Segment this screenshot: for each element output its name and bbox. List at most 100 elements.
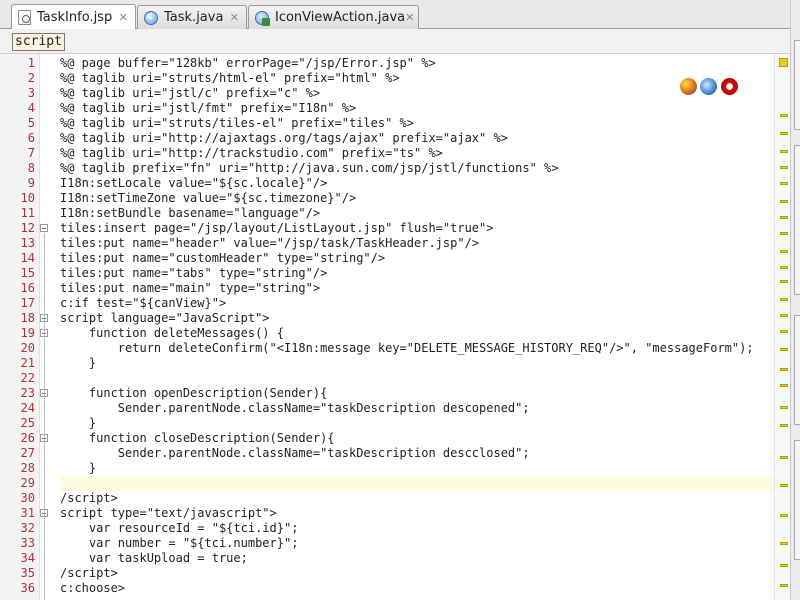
code-line[interactable]: %@ page buffer="128kb" errorPage="/jsp/E… (60, 56, 774, 71)
fold-guide (44, 233, 45, 600)
warning-marker[interactable] (780, 298, 788, 301)
warning-marker[interactable] (780, 542, 788, 545)
line-number: 5 (27, 116, 35, 130)
line-number: 22 (20, 371, 35, 385)
line-number: 32 (20, 521, 35, 535)
code-line[interactable]: var resourceId = "${tci.id}"; (60, 521, 774, 536)
warning-marker[interactable] (780, 182, 788, 185)
code-line[interactable]: script language="JavaScript"> (60, 311, 774, 326)
line-number: 34 (20, 551, 35, 565)
code-line[interactable]: tiles:put name="tabs" type="string"/> (60, 266, 774, 281)
mozilla-icon[interactable] (700, 78, 717, 95)
warning-marker[interactable] (780, 406, 788, 409)
code-line[interactable]: %@ taglib uri="jstl/c" prefix="c" %> (60, 86, 774, 101)
line-number: 16 (20, 281, 35, 295)
line-number: 7 (27, 146, 35, 160)
close-icon[interactable]: ✕ (405, 11, 414, 24)
side-tool-button[interactable] (794, 145, 800, 295)
breadcrumb[interactable]: script (12, 33, 65, 51)
warning-marker[interactable] (780, 564, 788, 567)
code-line[interactable]: %@ taglib uri="struts/html-el" prefix="h… (60, 71, 774, 86)
code-line[interactable]: return deleteConfirm("<I18n:message key=… (60, 341, 774, 356)
warning-marker[interactable] (780, 368, 788, 371)
line-number: 11 (20, 206, 35, 220)
code-line[interactable]: tiles:put name="header" value="/jsp/task… (60, 236, 774, 251)
opera-icon[interactable] (721, 78, 738, 95)
code-line[interactable]: var taskUpload = true; (60, 551, 774, 566)
code-line[interactable]: /script> (60, 566, 774, 581)
tab-label: IconViewAction.java (275, 10, 406, 25)
warning-marker[interactable] (780, 250, 788, 253)
warning-marker[interactable] (780, 314, 788, 317)
code-line[interactable]: tiles:put name="main" type="string"> (60, 281, 774, 296)
warning-marker[interactable] (780, 166, 788, 169)
warning-marker[interactable] (780, 266, 788, 269)
warning-marker[interactable] (780, 484, 788, 487)
warning-marker[interactable] (780, 200, 788, 203)
code-line[interactable]: Sender.parentNode.className="taskDescrip… (60, 446, 774, 461)
warning-marker[interactable] (780, 232, 788, 235)
warning-marker[interactable] (780, 348, 788, 351)
code-line[interactable]: function openDescription(Sender){ (60, 386, 774, 401)
close-icon[interactable]: ✕ (230, 11, 239, 24)
fold-margin (40, 54, 60, 600)
code-line[interactable]: } (60, 356, 774, 371)
warning-marker[interactable] (780, 280, 788, 283)
warning-marker[interactable] (780, 514, 788, 517)
tab-label: Task.java (164, 10, 224, 25)
code-line[interactable]: I18n:setBundle basename="language"/> (60, 206, 774, 221)
warning-marker[interactable] (780, 456, 788, 459)
code-line[interactable] (60, 371, 774, 386)
side-tool-button[interactable] (794, 315, 800, 425)
fold-toggle-icon[interactable] (40, 224, 48, 232)
code-line[interactable]: tiles:insert page="/jsp/layout/ListLayou… (60, 221, 774, 236)
warning-marker[interactable] (780, 132, 788, 135)
code-line[interactable]: %@ taglib uri="struts/tiles-el" prefix="… (60, 116, 774, 131)
tab-iconviewaction-java[interactable]: IconViewAction.java ✕ (248, 5, 419, 29)
warning-marker[interactable] (780, 384, 788, 387)
code-line[interactable]: %@ taglib uri="http://trackstudio.com" p… (60, 146, 774, 161)
code-line[interactable]: } (60, 416, 774, 431)
code-line[interactable]: %@ taglib uri="jstl/fmt" prefix="I18n" %… (60, 101, 774, 116)
code-line[interactable]: /script> (60, 491, 774, 506)
code-line[interactable]: I18n:setTimeZone value="${sc.timezone}"/… (60, 191, 774, 206)
status-indicator-icon[interactable] (779, 58, 788, 67)
java-action-icon (255, 10, 270, 26)
warning-marker[interactable] (780, 584, 788, 587)
code-line[interactable]: } (60, 461, 774, 476)
code-line[interactable]: Sender.parentNode.className="taskDescrip… (60, 401, 774, 416)
tab-task-java[interactable]: c Task.java ✕ (137, 5, 247, 29)
warning-marker[interactable] (780, 216, 788, 219)
code-line[interactable]: I18n:setLocale value="${sc.locale}"/> (60, 176, 774, 191)
code-line[interactable]: var number = "${tci.number}"; (60, 536, 774, 551)
code-line[interactable] (60, 476, 774, 491)
code-line[interactable]: %@ taglib uri="http://ajaxtags.org/tags/… (60, 131, 774, 146)
java-class-icon: c (144, 10, 158, 25)
code-line[interactable]: script type="text/javascript"> (60, 506, 774, 521)
side-tool-button[interactable] (794, 40, 800, 130)
warning-marker[interactable] (780, 114, 788, 117)
warning-marker[interactable] (780, 150, 788, 153)
code-line[interactable]: %@ taglib prefix="fn" uri="http://java.s… (60, 161, 774, 176)
line-number: 26 (20, 431, 35, 445)
line-number: 31 (20, 506, 35, 520)
line-number: 30 (20, 491, 35, 505)
line-number: 12 (20, 221, 35, 235)
close-icon[interactable]: ✕ (119, 11, 128, 24)
code-line[interactable]: function closeDescription(Sender){ (60, 431, 774, 446)
warning-marker[interactable] (780, 424, 788, 427)
line-number: 1 (27, 56, 35, 70)
error-stripe[interactable] (774, 54, 790, 600)
code-line[interactable]: c:choose> (60, 581, 774, 596)
code-line[interactable]: tiles:put name="customHeader" type="stri… (60, 251, 774, 266)
firefox-icon[interactable] (680, 78, 697, 95)
warning-marker[interactable] (780, 330, 788, 333)
tab-label: TaskInfo.jsp (37, 9, 113, 25)
tab-taskinfo-jsp[interactable]: TaskInfo.jsp ✕ (11, 4, 136, 29)
line-number: 14 (20, 251, 35, 265)
side-tool-button[interactable] (794, 440, 800, 560)
line-number: 19 (20, 326, 35, 340)
code-editor[interactable]: %@ page buffer="128kb" errorPage="/jsp/E… (60, 54, 774, 600)
code-line[interactable]: function deleteMessages() { (60, 326, 774, 341)
code-line[interactable]: c:if test="${canView}"> (60, 296, 774, 311)
